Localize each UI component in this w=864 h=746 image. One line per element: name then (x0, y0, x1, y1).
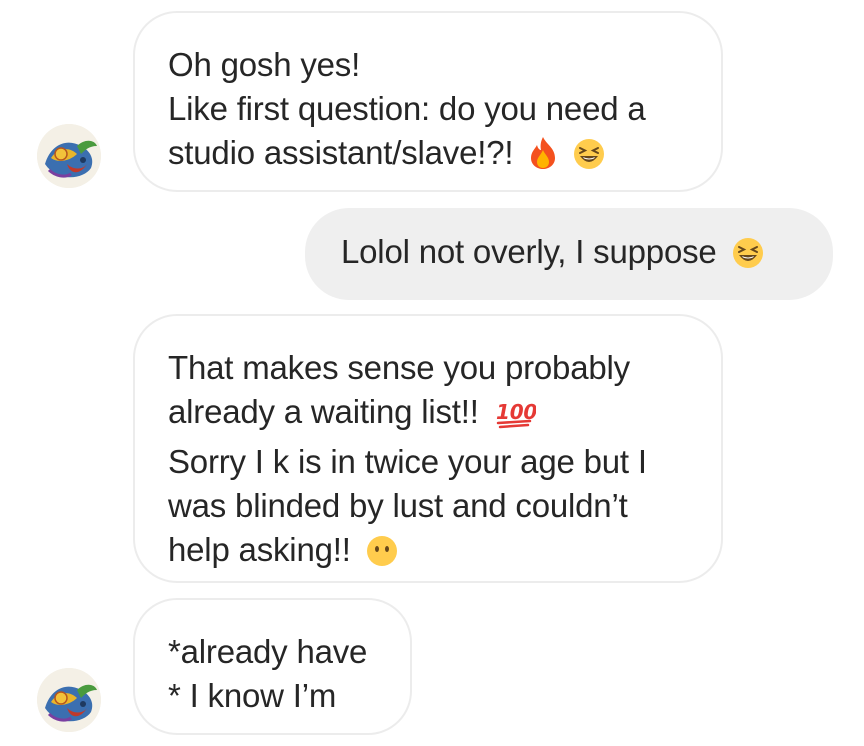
message-text-line: That makes sense you probably (168, 349, 630, 386)
incoming-message-bubble[interactable]: Oh gosh yes! Like first question: do you… (133, 11, 723, 192)
message-text-line: *already have (168, 633, 368, 670)
no-mouth-emoji-icon (366, 534, 398, 578)
message-text-line: help asking!! (168, 531, 351, 568)
laughing-emoji-icon (732, 236, 764, 280)
laughing-emoji-icon (573, 137, 605, 181)
sender-avatar[interactable] (37, 668, 101, 732)
incoming-message-bubble[interactable]: That makes sense you probably already a … (133, 314, 723, 583)
incoming-message-bubble[interactable]: *already have * I know I’m (133, 598, 412, 735)
message-text-line: Lolol not overly, I suppose (341, 233, 717, 270)
message-text-line: studio assistant/slave!?! (168, 134, 514, 171)
message-text-line: already a waiting list!! (168, 393, 479, 430)
sender-avatar[interactable] (37, 124, 101, 188)
hundred-points-emoji-icon: 100 (494, 396, 537, 440)
fire-emoji-icon (528, 136, 558, 181)
artwork-avatar-icon (37, 124, 101, 188)
message-text-line: * I know I’m (168, 677, 337, 714)
artwork-avatar-icon (37, 668, 101, 732)
message-text-line: Like first question: do you need a (168, 90, 646, 127)
message-text-line: was blinded by lust and couldn’t (168, 487, 628, 524)
message-text-line: Oh gosh yes! (168, 46, 361, 83)
message-text-line: Sorry I k is in twice your age but I (168, 443, 647, 480)
outgoing-message-bubble[interactable]: Lolol not overly, I suppose (305, 208, 833, 300)
